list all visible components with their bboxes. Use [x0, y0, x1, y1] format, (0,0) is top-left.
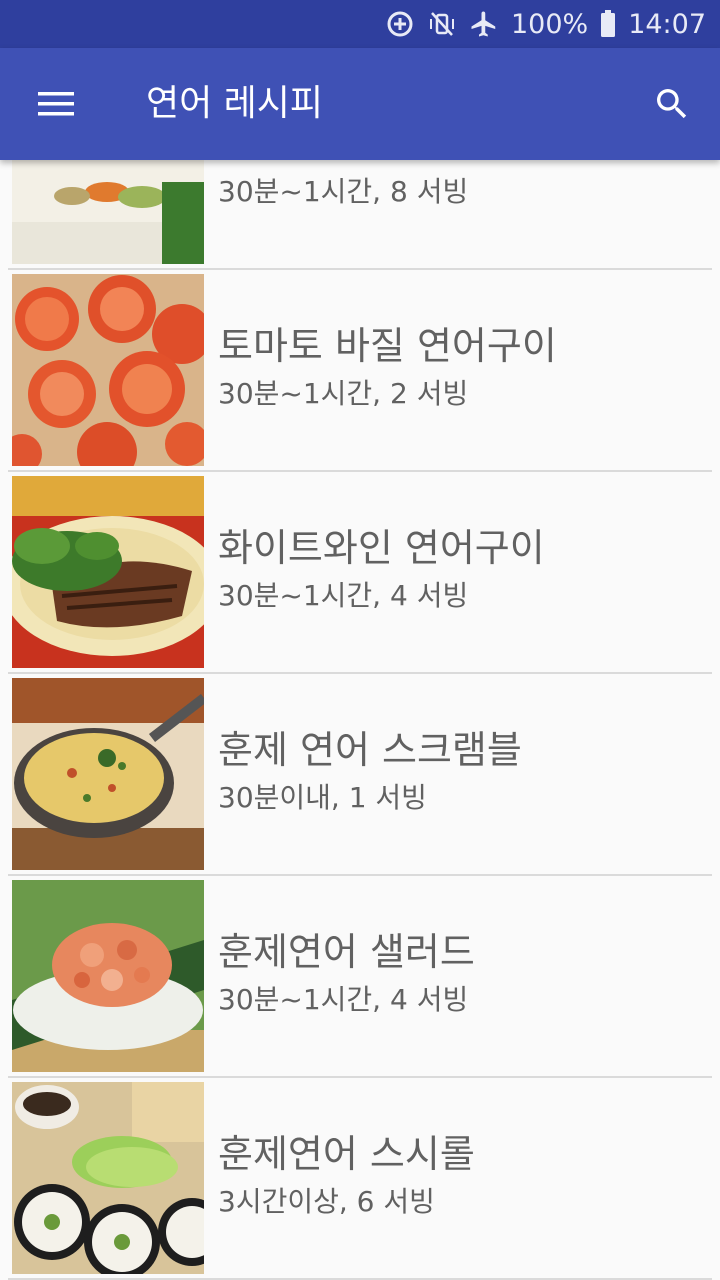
recipe-meta: 30분~1시간, 4 서빙 — [218, 983, 469, 1016]
battery-percent: 100% — [510, 8, 589, 40]
recipe-title: 화이트와인 연어구이 — [218, 526, 545, 570]
tomato-salmon-photo — [12, 274, 204, 466]
recipe-row[interactable]: 토마토 바질 연어구이 30분~1시간, 2 서빙 — [0, 270, 720, 472]
salmon-salad-photo — [12, 880, 204, 1072]
recipe-row[interactable]: 화이트와인 연어구이 30분~1시간, 4 서빙 — [0, 472, 720, 674]
data-saver-icon — [385, 9, 415, 39]
page-title: 연어 레시피 — [146, 83, 324, 124]
recipe-title: 훈제 연어 스크램블 — [218, 728, 522, 772]
recipe-meta: 30분~1시간, 8 서빙 — [218, 175, 469, 208]
airplane-icon — [469, 9, 499, 39]
clock: 14:07 — [628, 8, 706, 40]
recipe-thumbnail — [12, 476, 204, 668]
recipe-meta: 30분~1시간, 4 서빙 — [218, 579, 469, 612]
app-bar: 연어 레시피 — [0, 48, 720, 160]
recipe-thumbnail — [12, 678, 204, 870]
scramble-skillet-photo — [12, 678, 204, 870]
recipe-thumbnail — [12, 880, 204, 1072]
recipe-thumbnail — [12, 160, 204, 264]
recipe-title: 훈제연어 샐러드 — [218, 930, 475, 974]
status-bar: 100% 14:07 — [0, 0, 720, 48]
avocado-sushi-photo — [12, 1082, 204, 1274]
recipe-row[interactable]: 훈제연어 스시롤 3시간이상, 6 서빙 — [0, 1078, 720, 1280]
recipe-thumbnail — [12, 274, 204, 466]
hamburger-menu-icon — [38, 92, 74, 116]
sushi-roll-photo — [12, 160, 204, 264]
search-icon — [657, 89, 687, 119]
recipe-thumbnail — [12, 1082, 204, 1274]
recipe-row[interactable]: 훈제연어 샐러드 30분~1시간, 4 서빙 — [0, 876, 720, 1078]
grilled-salmon-plate-photo — [12, 476, 204, 668]
recipe-meta: 30분이내, 1 서빙 — [218, 781, 427, 814]
recipe-row[interactable]: 훈제 연어 스크램블 30분이내, 1 서빙 — [0, 674, 720, 876]
recipe-title: 토마토 바질 연어구이 — [218, 324, 557, 368]
menu-button[interactable] — [30, 84, 82, 124]
recipe-meta: 3시간이상, 6 서빙 — [218, 1185, 435, 1218]
search-button[interactable] — [648, 80, 696, 128]
vibrate-mute-icon — [427, 9, 457, 39]
recipe-meta: 30분~1시간, 2 서빙 — [218, 377, 469, 410]
recipe-row[interactable]: 30분~1시간, 8 서빙 — [0, 160, 720, 270]
battery-icon — [600, 9, 616, 39]
recipe-title: 훈제연어 스시롤 — [218, 1132, 475, 1176]
recipe-list[interactable]: 30분~1시간, 8 서빙 토마토 바질 연어구이 30분~1시간, 2 서빙 … — [0, 160, 720, 1280]
